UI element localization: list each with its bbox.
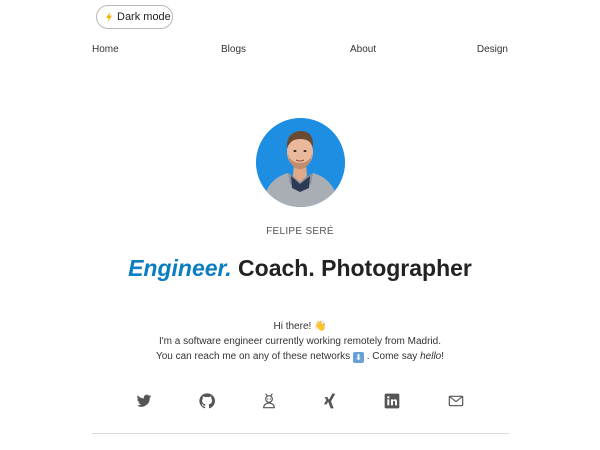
recurse-link[interactable] xyxy=(261,393,277,409)
github-icon xyxy=(199,393,215,409)
headline: Engineer. Coach. Photographer xyxy=(0,255,600,282)
xing-icon xyxy=(324,393,336,409)
email-link[interactable] xyxy=(448,393,464,409)
lightning-bolt-icon xyxy=(106,12,112,22)
headline-highlight: Engineer. xyxy=(128,255,232,281)
github-link[interactable] xyxy=(199,393,215,409)
main-nav: Home Blogs About Design xyxy=(92,44,510,58)
nav-design[interactable]: Design xyxy=(477,44,508,55)
profile-name: FELIPE SERÉ xyxy=(266,226,334,237)
headline-rest: Coach. Photographer xyxy=(231,255,472,281)
avatar xyxy=(256,118,345,207)
avatar-portrait xyxy=(256,118,345,207)
email-icon xyxy=(448,395,464,407)
nav-home[interactable]: Home xyxy=(92,44,119,55)
dark-mode-label: Dark mode xyxy=(117,11,171,23)
intro-text: Hi there! 👋 I'm a software engineer curr… xyxy=(0,319,600,364)
nav-blogs[interactable]: Blogs xyxy=(221,44,246,55)
down-arrow-icon: ⬇ xyxy=(352,352,364,363)
twitter-icon xyxy=(136,394,152,407)
intro-greeting: Hi there! 👋 xyxy=(273,321,327,332)
intro-contact: You can reach me on any of these network… xyxy=(155,351,445,363)
nav-about[interactable]: About xyxy=(350,44,376,55)
footer-divider xyxy=(92,433,510,434)
linkedin-link[interactable] xyxy=(384,393,400,409)
intro-description: I'm a software engineer currently workin… xyxy=(158,336,441,347)
social-links xyxy=(0,393,600,409)
linkedin-icon xyxy=(384,393,400,409)
hello-text: hello xyxy=(420,351,442,362)
twitter-link[interactable] xyxy=(136,393,152,409)
recurse-icon xyxy=(263,393,275,409)
dark-mode-toggle[interactable]: Dark mode xyxy=(96,5,173,29)
xing-link[interactable] xyxy=(322,393,338,409)
